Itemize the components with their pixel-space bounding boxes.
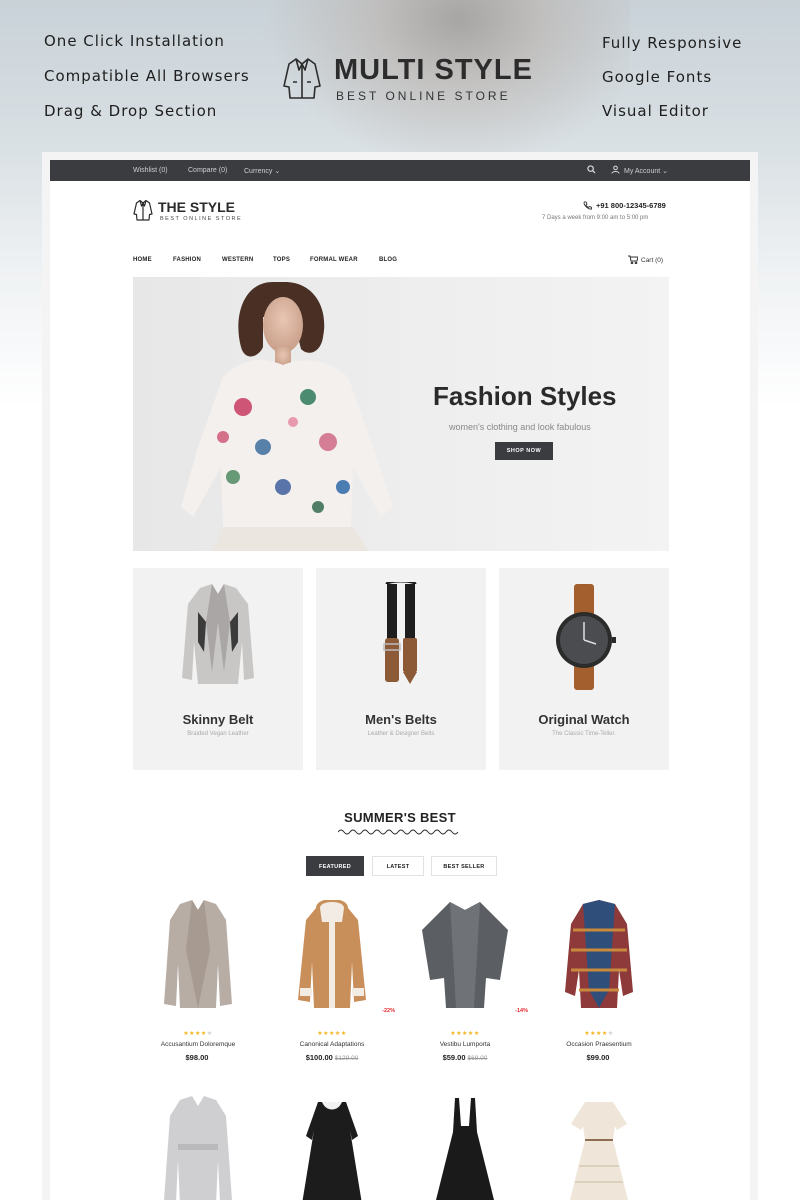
feature-compatible-browsers: Compatible All Browsers bbox=[44, 67, 250, 85]
product-card[interactable]: ★★★★★ Accusantium Doloremque $98.00 bbox=[133, 900, 263, 1062]
product-price: $59.00 $69.00 bbox=[442, 1053, 488, 1062]
compare-link[interactable]: Compare (0) bbox=[188, 167, 227, 174]
hero-title: Fashion Styles bbox=[433, 381, 617, 411]
category-subtitle: The Classic Time-Teller. bbox=[552, 731, 616, 737]
product-name[interactable]: Occasion Praesentium bbox=[534, 1041, 664, 1048]
section-title: SUMMER'S BEST bbox=[344, 810, 456, 825]
product-card[interactable] bbox=[534, 1096, 664, 1200]
site-preview: Wishlist (0) Compare (0) Currency ⌄ My A… bbox=[50, 160, 750, 1200]
product-card[interactable]: ★★★★★ Occasion Praesentium $99.00 bbox=[534, 900, 664, 1062]
nav-item-fashion[interactable]: FASHION bbox=[173, 257, 201, 263]
feature-one-click-installation: One Click Installation bbox=[44, 32, 225, 50]
site-logo-name: THE STYLE bbox=[158, 199, 236, 215]
my-account-dropdown[interactable]: My Account ⌄ bbox=[624, 167, 668, 175]
product-card[interactable] bbox=[400, 1096, 530, 1200]
wrap-coat-image bbox=[164, 1096, 232, 1200]
currency-dropdown[interactable]: Currency ⌄ bbox=[244, 167, 280, 175]
user-icon[interactable] bbox=[611, 165, 621, 175]
product-card[interactable]: -14% ★★★★★ Vestibu Lumporta $59.00 $69.00 bbox=[400, 900, 530, 1062]
feature-visual-editor: Visual Editor bbox=[602, 102, 709, 120]
hero-banner[interactable]: Fashion Styles women's clothing and look… bbox=[133, 277, 669, 551]
product-card[interactable] bbox=[267, 1096, 397, 1200]
coat-image bbox=[164, 900, 232, 1008]
product-price: $99.00 bbox=[586, 1053, 610, 1062]
promo-brand-logo: MULTI STYLE BEST ONLINE STORE bbox=[282, 54, 542, 104]
shop-now-button[interactable]: SHOP NOW bbox=[495, 442, 553, 460]
category-card-skinny-belt[interactable]: Skinny Belt Braided Vegan Leather bbox=[133, 568, 303, 770]
product-image[interactable] bbox=[267, 1096, 397, 1200]
feature-google-fonts: Google Fonts bbox=[602, 68, 713, 86]
coat-icon bbox=[283, 58, 321, 99]
product-name[interactable]: Canonical Adaptations bbox=[267, 1041, 397, 1048]
pinafore-dress-image bbox=[436, 1098, 494, 1200]
rating-stars: ★★★★★ bbox=[183, 1031, 213, 1037]
nav-item-formal-wear[interactable]: FORMAL WEAR bbox=[310, 257, 358, 263]
patterned-cardigan-image bbox=[565, 900, 633, 1008]
hero-model-image bbox=[181, 282, 393, 551]
category-card-original-watch[interactable]: Original Watch The Classic Time-Teller. bbox=[499, 568, 669, 770]
hero-subtitle: women's clothing and look fabulous bbox=[449, 422, 591, 432]
discount-badge: -22% bbox=[382, 1008, 395, 1014]
top-bar: Wishlist (0) Compare (0) Currency ⌄ My A… bbox=[50, 160, 750, 181]
cart-icon bbox=[628, 255, 639, 265]
cardigan-icon bbox=[182, 584, 254, 684]
black-dress-image bbox=[302, 1102, 362, 1200]
phone-icon bbox=[583, 201, 592, 210]
product-price: $98.00 bbox=[185, 1053, 209, 1062]
product-image[interactable] bbox=[534, 1096, 664, 1200]
product-card[interactable]: -22% ★★★★★ Canonical Adaptations $100.00… bbox=[267, 900, 397, 1062]
opening-hours: 7 Days a week from 9:00 am to 5:00 pm bbox=[542, 215, 649, 221]
tab-best-seller[interactable]: BEST SELLER bbox=[431, 856, 497, 876]
contact-phone: +91 800-12345-6789 bbox=[582, 201, 666, 210]
promo-brand-tagline: BEST ONLINE STORE bbox=[336, 89, 511, 103]
rating-stars: ★★★★★ bbox=[317, 1031, 347, 1037]
category-card-mens-belts[interactable]: Men's Belts Leather & Designer Belts bbox=[316, 568, 486, 770]
wishlist-link[interactable]: Wishlist (0) bbox=[133, 167, 168, 174]
feature-drag-drop: Drag & Drop Section bbox=[44, 102, 218, 120]
cream-dress-image bbox=[570, 1102, 628, 1200]
nav-item-western[interactable]: WESTERN bbox=[222, 257, 253, 263]
product-image[interactable] bbox=[133, 900, 263, 1016]
promo-brand-name: MULTI STYLE bbox=[334, 54, 533, 86]
wave-divider-icon bbox=[338, 829, 459, 835]
product-image[interactable] bbox=[400, 1096, 530, 1200]
tab-latest[interactable]: LATEST bbox=[372, 856, 424, 876]
product-image[interactable] bbox=[133, 1096, 263, 1200]
category-title: Skinny Belt bbox=[182, 712, 254, 727]
nav-item-blog[interactable]: BLOG bbox=[379, 257, 397, 263]
poncho-image bbox=[422, 902, 508, 1008]
site-logo[interactable]: THE STYLE BEST ONLINE STORE bbox=[133, 198, 253, 226]
belt-icon bbox=[383, 582, 417, 684]
rating-stars: ★★★★★ bbox=[450, 1031, 480, 1037]
tab-featured[interactable]: FEATURED bbox=[306, 856, 364, 876]
product-name[interactable]: Accusantium Doloremque bbox=[133, 1041, 263, 1048]
category-title: Men's Belts bbox=[365, 712, 437, 727]
product-name[interactable]: Vestibu Lumporta bbox=[400, 1041, 530, 1048]
discount-badge: -14% bbox=[515, 1008, 528, 1014]
category-subtitle: Braided Vegan Leather bbox=[187, 731, 249, 737]
product-image[interactable] bbox=[267, 900, 397, 1016]
feature-fully-responsive: Fully Responsive bbox=[602, 34, 743, 52]
phone-number: +91 800-12345-6789 bbox=[596, 201, 666, 210]
category-title: Original Watch bbox=[538, 712, 630, 727]
cart-label: Cart (0) bbox=[641, 257, 664, 264]
product-price: $100.00 $129.00 bbox=[305, 1053, 359, 1062]
watch-icon bbox=[556, 584, 616, 690]
product-card[interactable] bbox=[133, 1096, 263, 1200]
coat-icon bbox=[133, 199, 153, 221]
product-image[interactable] bbox=[534, 900, 664, 1016]
hooded-coat-image bbox=[298, 900, 366, 1008]
product-image[interactable] bbox=[400, 900, 530, 1016]
category-subtitle: Leather & Designer Belts bbox=[367, 731, 435, 737]
site-logo-tagline: BEST ONLINE STORE bbox=[160, 216, 243, 222]
nav-item-home[interactable]: HOME bbox=[133, 257, 152, 263]
nav-item-tops[interactable]: TOPS bbox=[273, 257, 290, 263]
cart-link[interactable]: Cart (0) bbox=[628, 255, 664, 265]
rating-stars: ★★★★★ bbox=[584, 1031, 614, 1037]
search-icon[interactable] bbox=[587, 165, 597, 175]
